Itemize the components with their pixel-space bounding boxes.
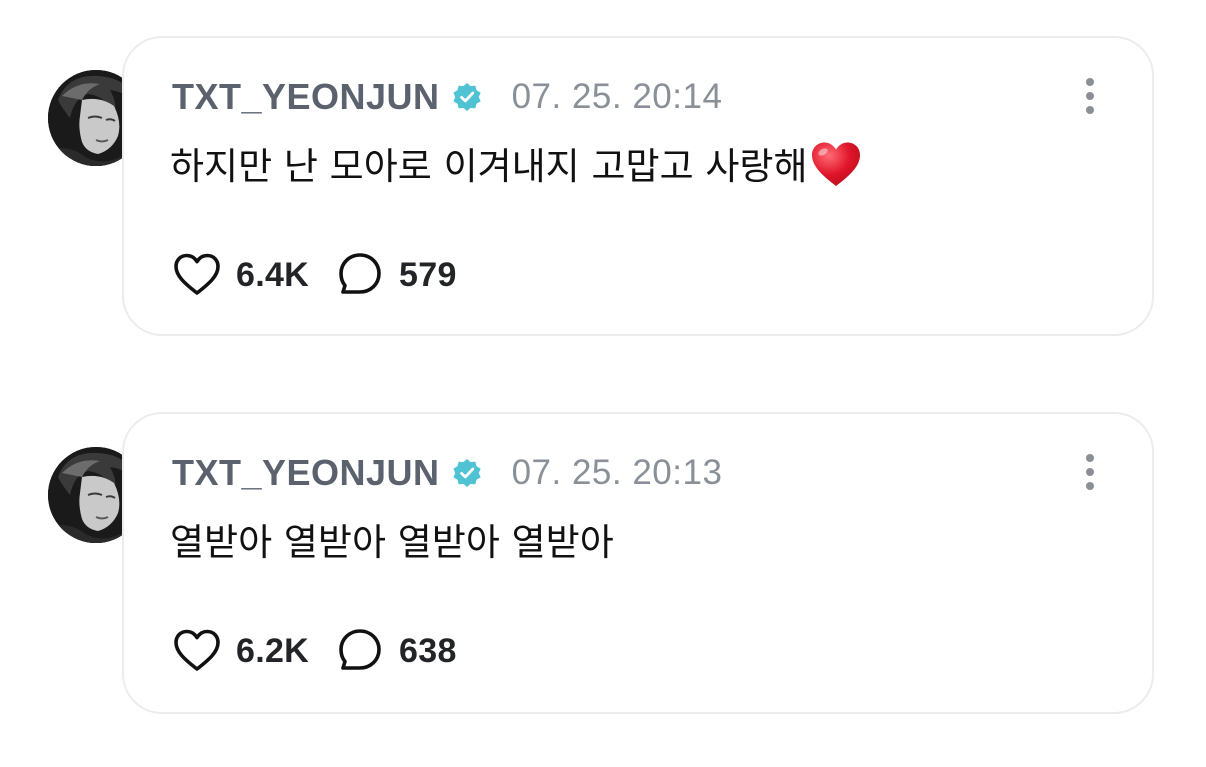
username[interactable]: TXT_YEONJUN xyxy=(172,76,440,118)
post-message: 열받아 열받아 열받아 열받아 xyxy=(170,512,614,566)
more-vertical-icon[interactable] xyxy=(1082,452,1098,492)
post-stats: 6.4K 579 xyxy=(172,250,457,300)
more-vertical-icon[interactable] xyxy=(1082,76,1098,116)
red-heart-icon xyxy=(810,141,862,189)
post-text: 하지만 난 모아로 이겨내지 고맙고 사랑해 xyxy=(170,145,808,188)
post-card[interactable]: TXT_YEONJUN 07. 25. 20:13 열받아 열받아 열받아 열받… xyxy=(122,412,1154,714)
speech-bubble-icon[interactable] xyxy=(335,626,385,676)
heart-outline-icon[interactable] xyxy=(172,626,222,676)
comment-count: 579 xyxy=(399,255,457,294)
like-count: 6.2K xyxy=(236,631,310,670)
post-card[interactable]: TXT_YEONJUN 07. 25. 20:14 하지만 난 모아로 이겨내지… xyxy=(122,36,1154,336)
username[interactable]: TXT_YEONJUN xyxy=(172,452,440,494)
post-timestamp: 07. 25. 20:14 xyxy=(511,77,723,116)
post-timestamp: 07. 25. 20:13 xyxy=(511,453,723,492)
verified-badge-icon xyxy=(452,458,482,488)
like-count: 6.4K xyxy=(236,255,310,294)
post-text: 열받아 열받아 열받아 열받아 xyxy=(170,521,614,564)
post-message: 하지만 난 모아로 이겨내지 고맙고 사랑해 xyxy=(170,136,862,190)
speech-bubble-icon[interactable] xyxy=(335,250,385,300)
comment-count: 638 xyxy=(399,631,457,670)
heart-outline-icon[interactable] xyxy=(172,250,222,300)
verified-badge-icon xyxy=(452,82,482,112)
post-header: TXT_YEONJUN 07. 25. 20:14 xyxy=(172,76,722,118)
post-header: TXT_YEONJUN 07. 25. 20:13 xyxy=(172,452,722,494)
post-stats: 6.2K 638 xyxy=(172,626,457,676)
